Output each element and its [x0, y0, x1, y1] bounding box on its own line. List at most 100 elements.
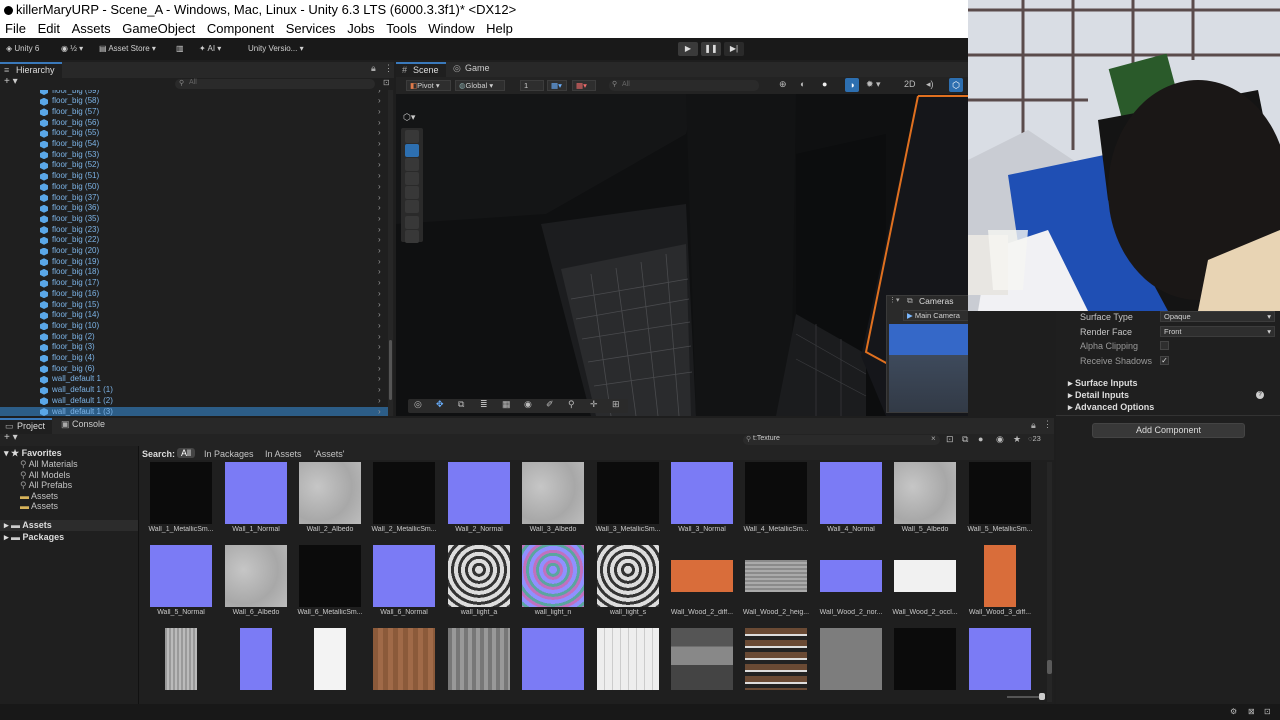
hidden-packages-icon[interactable]: ◉ [996, 434, 1004, 445]
asset-thumbnail[interactable] [671, 545, 733, 607]
menu-window[interactable]: Window [428, 21, 474, 36]
lock-icon[interactable]: 🔒︎ [1031, 420, 1036, 431]
shading-wireframe-icon[interactable]: ◐ [800, 79, 805, 89]
asset-label[interactable]: wall_light_a [439, 609, 519, 616]
scale-tool-icon[interactable] [405, 172, 419, 185]
hierarchy-row[interactable]: floor_big (10) › [0, 321, 392, 332]
asset-label[interactable]: Wall_2_Albedo [290, 526, 370, 533]
chevron-right-icon[interactable]: › [378, 407, 381, 417]
hierarchy-row[interactable]: floor_big (56) › [0, 118, 392, 129]
menu-gameobject[interactable]: GameObject [122, 21, 195, 36]
effects-icon[interactable]: ⬡ [949, 78, 963, 92]
asset-label[interactable]: Wall_4_Normal [811, 526, 891, 533]
search-by-tag-icon[interactable]: ● [978, 434, 983, 444]
detail-inputs-foldout[interactable]: ▸ Detail Inputs [1068, 390, 1129, 401]
asset-thumbnail[interactable] [820, 545, 882, 607]
chevron-right-icon[interactable]: › [378, 246, 381, 257]
tab-game[interactable]: ◎ Game [450, 62, 500, 77]
asset-thumbnail[interactable] [522, 545, 584, 607]
help-icon[interactable]: ? [1256, 391, 1264, 399]
hierarchy-row[interactable]: floor_big (54) › [0, 139, 392, 150]
lock-icon[interactable]: 🔒︎ [371, 63, 376, 74]
asset-thumbnail[interactable] [150, 462, 212, 524]
asset-thumbnail[interactable] [745, 462, 807, 524]
chevron-right-icon[interactable]: › [378, 96, 381, 107]
menu-help[interactable]: Help [486, 21, 513, 36]
scope-assets-folder[interactable]: 'Assets' [314, 449, 344, 459]
shading-lit-icon[interactable]: ◑ [845, 78, 859, 92]
asset-label[interactable]: wall_light_n [513, 609, 593, 616]
chevron-right-icon[interactable]: › [378, 139, 381, 150]
asset-thumbnail[interactable] [299, 545, 361, 607]
pan-icon[interactable]: ✛ [590, 399, 598, 410]
asset-label[interactable]: Wall_Wood_2_nor... [811, 609, 891, 616]
chevron-right-icon[interactable]: › [378, 160, 381, 171]
hierarchy-row[interactable]: floor_big (36) › [0, 203, 392, 214]
asset-thumbnail[interactable] [448, 628, 510, 690]
rect-tool-icon[interactable] [405, 186, 419, 199]
asset-thumbnail[interactable] [225, 462, 287, 524]
2d-toggle-icon[interactable]: 2D [904, 79, 916, 89]
asset-thumbnail[interactable] [597, 628, 659, 690]
asset-thumbnail[interactable] [745, 628, 807, 690]
asset-thumbnail[interactable] [671, 462, 733, 524]
clear-search-icon[interactable]: × [931, 434, 936, 443]
favorite-assets-1[interactable]: ▬ Assets [20, 491, 58, 501]
tab-console[interactable]: ▣ Console [56, 418, 112, 434]
asset-label[interactable]: Wall_2_Normal [439, 526, 519, 533]
status-icon-3[interactable]: ⊡ [1264, 707, 1271, 716]
hierarchy-row[interactable]: floor_big (58) › [0, 96, 392, 107]
hierarchy-row[interactable]: floor_big (55) › [0, 128, 392, 139]
asset-label[interactable]: Wall_2_MetallicSm... [364, 526, 444, 533]
favorite-all-materials[interactable]: ⚲ All Materials [20, 459, 78, 470]
menu-file[interactable]: File [5, 21, 26, 36]
scope-all[interactable]: All [177, 448, 196, 458]
asset-thumbnail[interactable] [448, 462, 510, 524]
hierarchy-row[interactable]: floor_big (18) › [0, 267, 392, 278]
snap-toggle[interactable]: ▦▾ [572, 80, 596, 91]
favorite-assets-2[interactable]: ▬ Assets [20, 501, 58, 511]
bounds-icon[interactable]: ▦ [502, 399, 511, 410]
collapse-icon[interactable]: ⋮▾ [889, 296, 900, 304]
asset-label[interactable]: Wall_1_MetallicSm... [141, 526, 221, 533]
move-snap-icon[interactable]: ✥ [436, 399, 444, 410]
search-by-label-icon[interactable]: ⧉ [962, 434, 968, 445]
probe-tool-icon[interactable]: ◎ [414, 399, 422, 410]
menu-jobs[interactable]: Jobs [347, 21, 374, 36]
asset-label[interactable]: Wall_Wood_2_heig... [736, 609, 816, 616]
camera-select-dropdown[interactable]: ▶ Main Camera [903, 310, 968, 321]
hierarchy-row[interactable]: floor_big (50) › [0, 182, 392, 193]
add-component-button[interactable]: Add Component [1092, 423, 1245, 438]
asset-thumbnail[interactable] [448, 545, 510, 607]
menu-tools[interactable]: Tools [386, 21, 416, 36]
chevron-right-icon[interactable]: › [378, 107, 381, 118]
account-dropdown[interactable]: ◉ ½ ▾ [61, 38, 83, 60]
asset-thumbnail[interactable] [894, 628, 956, 690]
asset-label[interactable]: Wall_5_MetallicSm... [960, 526, 1040, 533]
menu-edit[interactable]: Edit [38, 21, 60, 36]
asset-label[interactable]: Wall_5_Normal [141, 609, 221, 616]
grid-snap-field[interactable]: 1 [520, 80, 544, 91]
asset-thumbnail[interactable] [225, 545, 287, 607]
align-icon[interactable]: ≣ [480, 399, 488, 410]
asset-thumbnail[interactable] [894, 462, 956, 524]
chevron-right-icon[interactable]: › [378, 300, 381, 311]
search-by-type-icon[interactable]: ⊡ [946, 434, 954, 445]
chevron-right-icon[interactable]: › [378, 342, 381, 353]
hierarchy-row[interactable]: wall_default 1 (1) › [0, 385, 392, 396]
chevron-right-icon[interactable]: › [378, 171, 381, 182]
asset-thumbnail[interactable] [820, 462, 882, 524]
move-tool-icon[interactable] [405, 144, 419, 157]
asset-label[interactable]: Wall_6_Normal [364, 609, 444, 616]
favorite-all-models[interactable]: ⚲ All Models [20, 470, 70, 481]
asset-grid-scrollbar[interactable] [1047, 462, 1052, 702]
hierarchy-scroll-thumb[interactable] [389, 340, 392, 400]
custom-tool-icon[interactable] [405, 216, 419, 229]
hierarchy-row[interactable]: wall_default 1 › [0, 374, 392, 385]
draw-mode-icon[interactable]: ⊕ [779, 79, 787, 90]
chevron-right-icon[interactable]: › [378, 257, 381, 268]
hierarchy-row[interactable]: floor_big (23) › [0, 225, 392, 236]
rotate-tool-icon[interactable] [405, 158, 419, 171]
asset-label[interactable]: Wall_1_Normal [216, 526, 296, 533]
orbit-icon[interactable]: ◉ [524, 399, 532, 410]
